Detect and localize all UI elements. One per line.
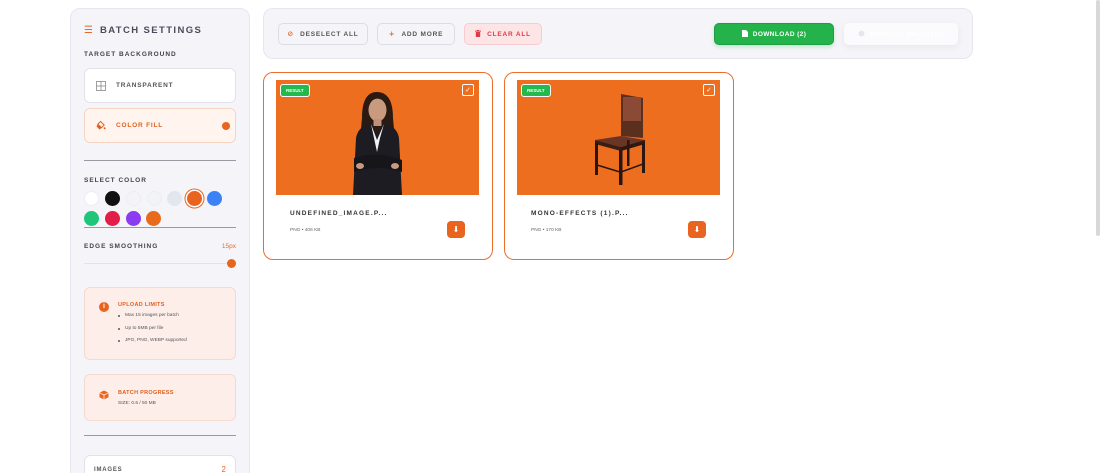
selected-indicator: [222, 122, 230, 130]
download-icon[interactable]: ⬇: [688, 221, 706, 238]
select-checkbox[interactable]: ✓: [703, 84, 715, 96]
batch-progress-size: SIZE: 0.6 / 50 MB: [118, 401, 156, 406]
edge-smoothing-value: 15px: [221, 243, 236, 250]
color-swatch[interactable]: [126, 211, 141, 226]
images-count-row: IMAGES 2: [84, 455, 236, 473]
edge-smoothing-slider[interactable]: [84, 263, 236, 264]
toolbar: ⊘ DESELECT ALL + ADD MORE CLEAR ALL DOWN…: [263, 8, 973, 59]
paint-bucket-icon: [96, 120, 106, 131]
select-color-label: SELECT COLOR: [84, 177, 147, 184]
deselect-icon: ⊘: [287, 30, 295, 38]
color-swatch[interactable]: [126, 191, 141, 206]
upload-limits-card: i UPLOAD LIMITS Max 15 images per batch …: [84, 287, 236, 360]
color-swatch[interactable]: [187, 191, 202, 206]
batch-progress-title: BATCH PROGRESS: [118, 390, 174, 396]
file-meta: PNG • 406 KB: [290, 228, 321, 233]
file-name: UNDEFINED_IMAGE.P...: [290, 210, 388, 217]
select-checkbox[interactable]: ✓: [462, 84, 474, 96]
plus-icon: +: [388, 30, 396, 38]
woman-portrait-image: [353, 92, 402, 195]
process-selected-label: PROCESS SELECTED: [869, 30, 945, 38]
list-item: Up to 5MB per file: [118, 326, 187, 339]
edge-smoothing-label: EDGE SMOOTHING: [84, 243, 159, 250]
divider: [84, 227, 236, 228]
deselect-all-button[interactable]: ⊘ DESELECT ALL: [278, 23, 368, 45]
file-meta: PNG • 170 KB: [531, 228, 562, 233]
clear-all-label: CLEAR ALL: [487, 30, 531, 38]
wooden-chair-image: [595, 94, 645, 185]
page: ☰ BATCH SETTINGS TARGET BACKGROUND TRANS…: [0, 0, 1100, 473]
download-button[interactable]: DOWNLOAD (2): [714, 23, 834, 45]
divider: [84, 435, 236, 436]
batch-progress-card: BATCH PROGRESS SIZE: 0.6 / 50 MB: [84, 374, 236, 421]
sidebar-title: BATCH SETTINGS: [99, 24, 203, 36]
box-icon: [99, 390, 109, 403]
list-item: Max 15 images per batch: [118, 313, 187, 326]
upload-limits-list: Max 15 images per batch Up to 5MB per fi…: [118, 313, 187, 351]
option-label: TRANSPARENT: [116, 82, 174, 89]
scrollbar[interactable]: [1096, 0, 1100, 236]
sidebar-header: ☰ BATCH SETTINGS: [84, 23, 236, 37]
download-icon[interactable]: ⬇: [447, 221, 465, 238]
target-background-label: TARGET BACKGROUND: [84, 51, 177, 58]
color-swatch[interactable]: [84, 211, 99, 226]
process-selected-button[interactable]: PROCESS SELECTED: [844, 23, 958, 45]
upload-limits-title: UPLOAD LIMITS: [118, 302, 165, 308]
add-more-label: ADD MORE: [401, 30, 444, 38]
color-swatch[interactable]: [105, 211, 120, 226]
trash-icon: [475, 29, 482, 39]
batch-settings-sidebar: ☰ BATCH SETTINGS TARGET BACKGROUND TRANS…: [70, 8, 250, 473]
color-swatch[interactable]: [207, 191, 222, 206]
clear-all-button[interactable]: CLEAR ALL: [464, 23, 542, 45]
download-label: DOWNLOAD (2): [752, 30, 807, 38]
image-card[interactable]: RESULT ✓ UNDEFINED_IMAGE.P... PNG • 406 …: [263, 72, 493, 260]
option-color-fill[interactable]: COLOR FILL: [84, 108, 236, 143]
file-name: MONO-EFFECTS (1).P...: [531, 210, 629, 217]
slider-thumb[interactable]: [227, 259, 236, 268]
result-badge: RESULT: [521, 84, 551, 97]
grid-icon: [96, 80, 106, 91]
color-swatch[interactable]: [147, 191, 162, 206]
images-count: 2: [221, 465, 226, 473]
file-icon: [741, 29, 748, 39]
image-card[interactable]: RESULT ✓ MONO-EFFECTS (1).P... PNG • 170…: [504, 72, 734, 260]
image-preview: RESULT ✓: [517, 80, 720, 195]
color-swatch[interactable]: [105, 191, 120, 206]
list-item: JPG, PNG, WEBP supported: [118, 338, 187, 351]
divider: [84, 160, 236, 161]
color-swatch[interactable]: [84, 191, 99, 206]
option-label: COLOR FILL: [116, 122, 163, 129]
color-swatch[interactable]: [146, 211, 161, 226]
process-icon: [858, 30, 865, 39]
color-swatch[interactable]: [167, 191, 182, 206]
add-more-button[interactable]: + ADD MORE: [377, 23, 455, 45]
info-icon: i: [99, 302, 109, 312]
result-badge: RESULT: [280, 84, 310, 97]
option-transparent[interactable]: TRANSPARENT: [84, 68, 236, 103]
images-label: IMAGES: [94, 467, 123, 473]
sliders-icon: ☰: [84, 24, 93, 36]
deselect-all-label: DESELECT ALL: [300, 30, 359, 38]
image-preview: RESULT ✓: [276, 80, 479, 195]
